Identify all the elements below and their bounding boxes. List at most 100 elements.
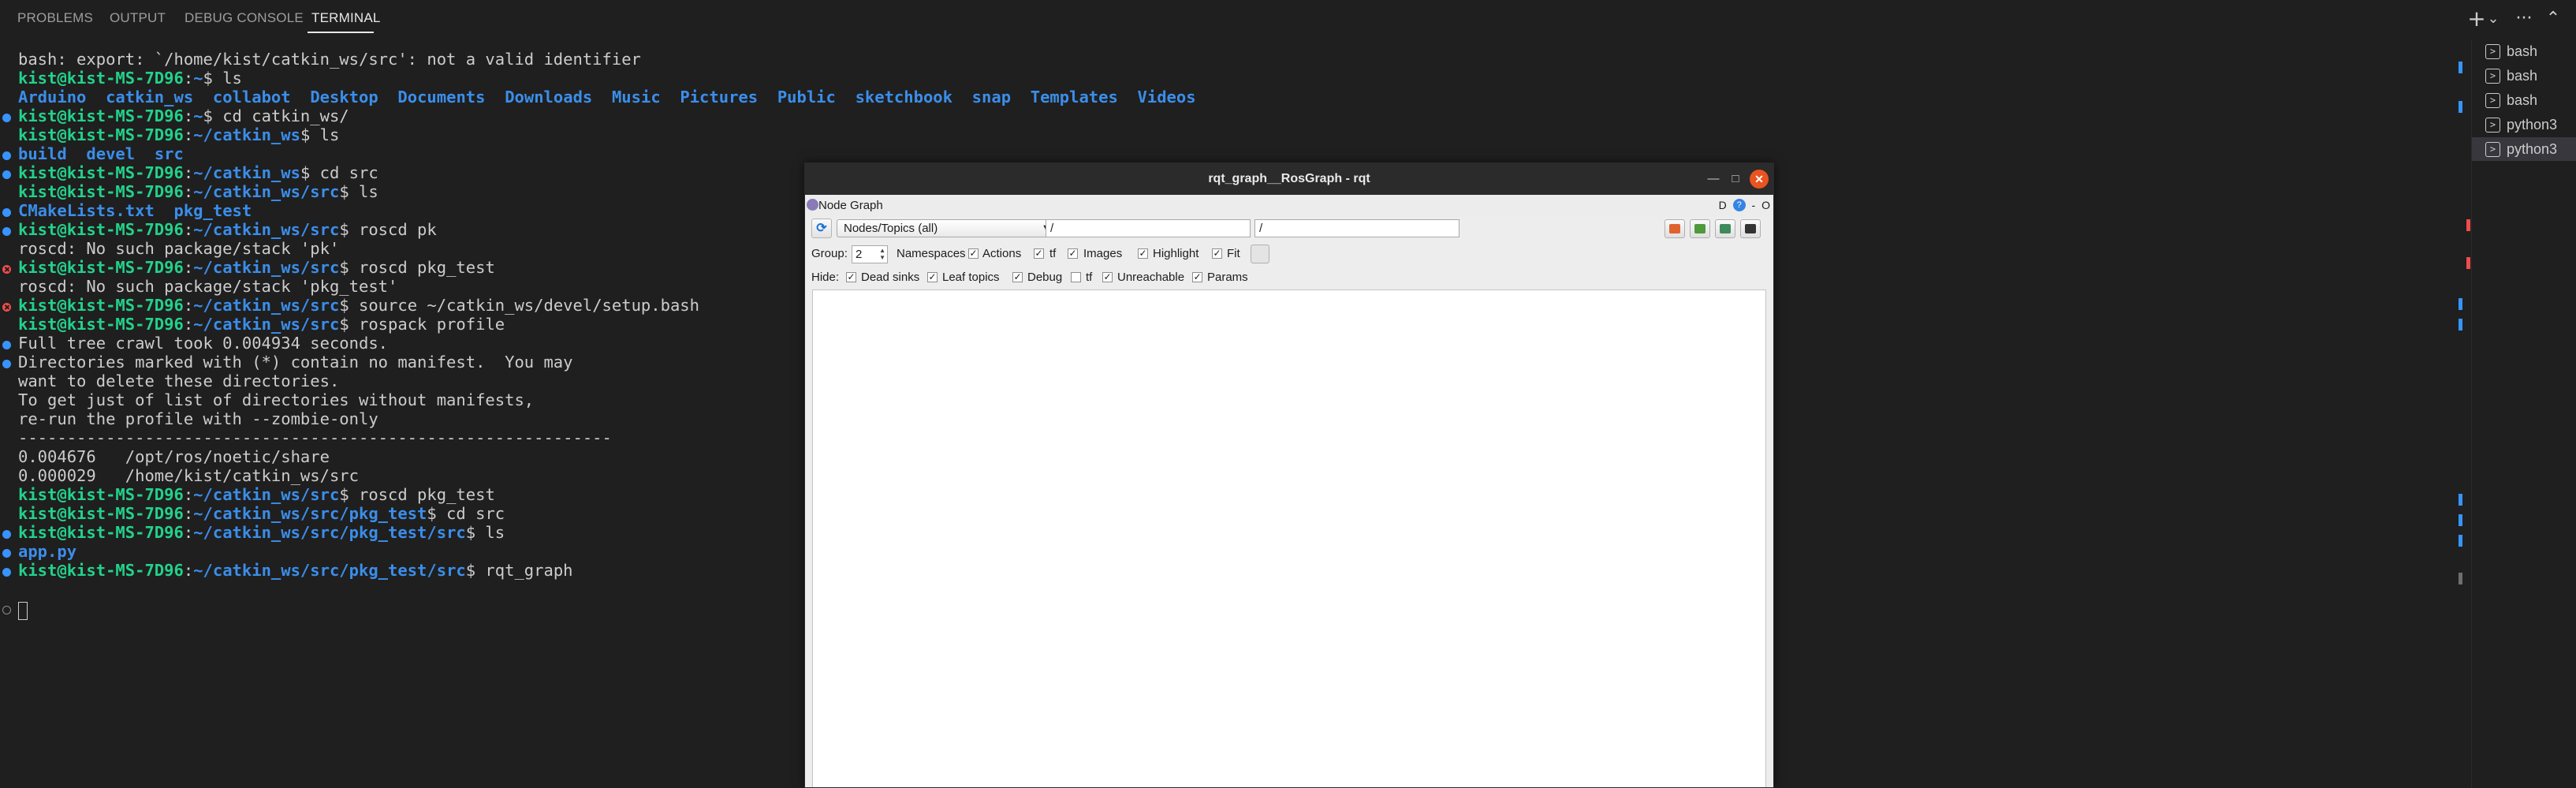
prompt-separator: : [183, 182, 194, 201]
prompt-line: kist@kist-MS-7D96:~$ cd catkin_ws/ [18, 106, 349, 126]
group-value: 2 [856, 248, 863, 261]
command-text: $ ls [300, 125, 340, 144]
output-line: 0.004676 /opt/ros/noetic/share [18, 447, 330, 466]
save-svg-button[interactable] [1715, 219, 1735, 238]
command-text: $ rqt_graph [465, 561, 573, 580]
unreachable-checkbox[interactable]: ✓ [1102, 272, 1113, 282]
command-error-icon[interactable] [2, 265, 11, 274]
tf-hide-label: tf [1086, 271, 1093, 284]
graph-mode-value: Nodes/Topics (all) [844, 222, 938, 235]
chevron-down-icon[interactable]: ⌄ [2485, 5, 2501, 33]
prompt-path: ~/catkin_ws/src [193, 296, 340, 315]
ls-entry: catkin_ws [106, 88, 194, 106]
actions-checkbox[interactable]: ✓ [968, 248, 979, 259]
plugin-header: Node Graph D ? - O [805, 195, 1773, 217]
graph-options-row: Group: 2 ▲ ▼ Namespaces ✓ Actions ✓ tf ✓ … [805, 242, 1773, 266]
tab-problems[interactable]: PROBLEMS [17, 10, 93, 26]
graph-canvas[interactable] [812, 289, 1766, 787]
close-plugin-button[interactable]: O [1761, 199, 1770, 211]
prompt-separator: : [183, 504, 194, 523]
group-spinbox[interactable]: 2 ▲ ▼ [852, 245, 888, 263]
save-image-button[interactable] [1740, 219, 1761, 238]
prompt-line: kist@kist-MS-7D96:~/catkin_ws/src/pkg_te… [18, 561, 573, 581]
refresh-icon[interactable]: ⟳ [811, 218, 832, 238]
scroll-marker [2466, 257, 2470, 269]
prompt-path: ~/catkin_ws [193, 163, 300, 182]
command-success-icon[interactable] [2, 170, 11, 179]
terminal-list-label: python3 [2507, 141, 2558, 157]
prompt-line: kist@kist-MS-7D96:~$ ls [18, 69, 242, 88]
images-checkbox[interactable]: ✓ [1068, 248, 1078, 259]
topic-filter-input[interactable]: / [1254, 219, 1459, 237]
tab-terminal[interactable]: TERMINAL [311, 10, 381, 26]
command-success-icon[interactable] [2, 360, 11, 368]
command-success-icon[interactable] [2, 341, 11, 349]
prompt-line: kist@kist-MS-7D96:~/catkin_ws/src$ roscd… [18, 220, 437, 240]
params-checkbox[interactable]: ✓ [1192, 272, 1202, 282]
terminal-list-item-python3[interactable]: > python3 [2472, 137, 2576, 161]
debug-checkbox[interactable]: ✓ [1012, 272, 1023, 282]
command-success-icon[interactable] [2, 114, 11, 122]
maximize-icon[interactable]: □ [1726, 170, 1745, 189]
prompt-line: kist@kist-MS-7D96:~/catkin_ws/src$ ls [18, 182, 378, 202]
minimize-plugin-button[interactable]: - [1752, 199, 1756, 211]
load-dot-button[interactable] [1665, 219, 1685, 238]
highlight-checkbox[interactable]: ✓ [1138, 248, 1148, 259]
command-error-icon[interactable] [2, 303, 11, 312]
output-line: To get just of list of directories witho… [18, 390, 535, 409]
terminal-list-item-bash[interactable]: > bash [2472, 39, 2576, 63]
leaf-topics-checkbox[interactable]: ✓ [927, 272, 938, 282]
terminal-list-item-python3[interactable]: > python3 [2472, 113, 2576, 136]
dock-button[interactable]: D [1719, 199, 1727, 211]
help-icon[interactable]: ? [1732, 199, 1746, 211]
dead-sinks-checkbox[interactable]: ✓ [846, 272, 856, 282]
terminal-list-item-bash[interactable]: > bash [2472, 64, 2576, 88]
close-icon[interactable]: ✕ [1750, 170, 1769, 189]
command-success-icon[interactable] [2, 549, 11, 558]
command-text: $ cd src [427, 504, 505, 523]
ls-entry: collabot [212, 88, 291, 106]
images-label: Images [1083, 247, 1123, 260]
prompt-path: ~/catkin_ws/src [193, 485, 340, 504]
graph-mode-select[interactable]: Nodes/Topics (all) ▼ [837, 219, 1057, 237]
tab-output[interactable]: OUTPUT [110, 10, 166, 26]
prompt-path: ~/catkin_ws/src/pkg_test [193, 504, 427, 523]
command-success-icon[interactable] [2, 151, 11, 160]
ls-entry: CMakeLists.txt [18, 201, 155, 220]
command-running-icon[interactable] [2, 606, 11, 614]
scroll-marker [2459, 494, 2462, 506]
command-success-icon[interactable] [2, 568, 11, 577]
more-actions-icon[interactable]: ··· [2510, 5, 2538, 33]
terminal-list-item-bash[interactable]: > bash [2472, 88, 2576, 112]
node-filter-input[interactable]: / [1046, 219, 1251, 237]
tf-hide-checkbox[interactable] [1071, 272, 1081, 282]
fit-checkbox[interactable]: ✓ [1212, 248, 1222, 259]
command-text: $ ls [465, 523, 505, 542]
save-dot-button[interactable] [1690, 219, 1710, 238]
window-titlebar[interactable]: rqt_graph__RosGraph - rqt — □ ✕ [805, 163, 1773, 195]
prompt-path: ~/catkin_ws/src/pkg_test/src [193, 523, 466, 542]
command-success-icon[interactable] [2, 530, 11, 539]
chevron-up-icon[interactable]: ⌃ [2541, 5, 2565, 33]
prompt-separator: : [183, 258, 194, 277]
fit-in-view-button[interactable] [1251, 245, 1269, 263]
prompt-user: kist@kist-MS-7D96 [18, 561, 184, 580]
prompt-path: ~/catkin_ws/src/pkg_test/src [193, 561, 466, 580]
prompt-separator: : [183, 485, 194, 504]
command-success-icon[interactable] [2, 208, 11, 217]
prompt-user: kist@kist-MS-7D96 [18, 220, 184, 239]
prompt-path: ~/catkin_ws [193, 125, 300, 144]
tf-checkbox[interactable]: ✓ [1034, 248, 1044, 259]
minimize-icon[interactable]: — [1704, 170, 1723, 189]
ls-output-line: app.py [18, 542, 76, 562]
prompt-separator: : [183, 561, 194, 580]
tab-debug-console[interactable]: DEBUG CONSOLE [185, 10, 304, 26]
hide-options-row: Hide: ✓ Dead sinks ✓ Leaf topics ✓ Debug… [805, 266, 1773, 289]
ls-entry: Downloads [505, 88, 593, 106]
params-label: Params [1207, 271, 1248, 284]
prompt-path: ~ [193, 69, 203, 88]
scroll-marker [2459, 101, 2462, 113]
ls-entry: build [18, 144, 67, 163]
command-success-icon[interactable] [2, 227, 11, 236]
node-filter-value: / [1050, 222, 1054, 235]
